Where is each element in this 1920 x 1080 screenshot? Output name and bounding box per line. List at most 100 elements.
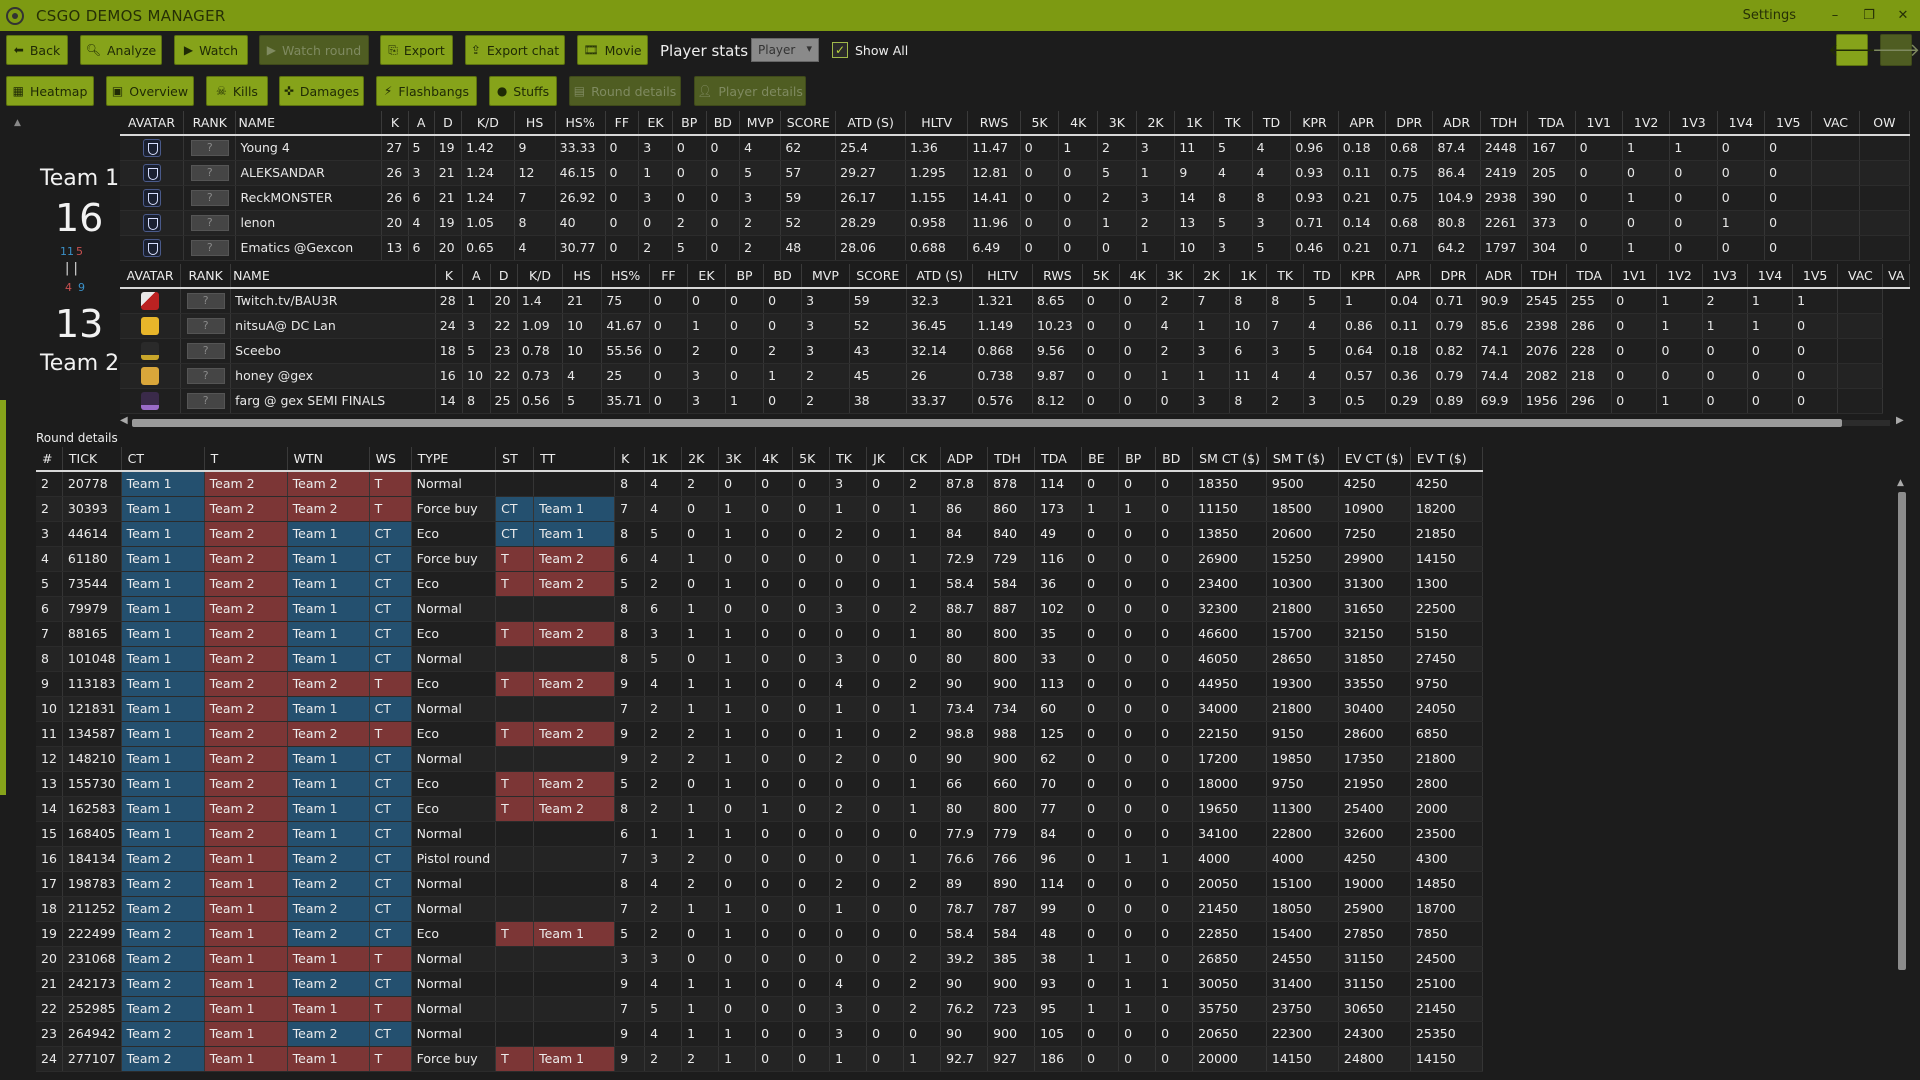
column-header[interactable]: 1V3 [1669,111,1718,135]
column-header[interactable]: 1V5 [1792,264,1839,288]
column-header[interactable]: 1K [1229,264,1268,288]
column-header[interactable]: EV T ($) [1410,447,1483,471]
watch-button[interactable]: ▶ Watch [174,35,248,65]
round-row[interactable]: 24 277107 Team 2 Team 1 Team 1 T Force buy T Tea… [36,1046,1483,1072]
column-header[interactable]: 1V2 [1622,111,1671,135]
player-row[interactable]: ? Young 4 27 5 19 1.42 9 33.33 0 3 0 0 4 62 25.4 1.36 11… [120,135,1911,161]
analyze-button[interactable]: 🔍︎ Analyze [80,35,162,65]
round-row[interactable]: 16 184134 Team 2 Team 1 Team 2 CT Pistol round… [36,846,1483,872]
column-header[interactable]: HS [514,111,556,135]
movie-button[interactable]: 🎞︎ Movie [577,35,648,65]
column-header[interactable]: BD [763,264,803,288]
scroll-thumb[interactable] [132,419,1842,427]
column-header[interactable]: EV CT ($) [1338,447,1411,471]
column-header[interactable]: MVP [801,264,850,288]
settings-link[interactable]: Settings [1743,8,1796,23]
column-header[interactable]: K [381,111,409,135]
column-header[interactable]: SM CT ($) [1192,447,1267,471]
scroll-up-icon[interactable]: ▲ [1897,478,1904,488]
round-row[interactable]: 18 211252 Team 2 Team 1 Team 2 CT Normal 7 2 1 1 0 0… [36,896,1483,922]
column-header[interactable]: NAME [235,111,383,135]
flashbangs-button[interactable]: ⚡ Flashbangs [376,76,477,106]
column-header[interactable]: APR [1338,111,1387,135]
round-details-button[interactable]: ▤ Round details [569,76,681,106]
column-header[interactable]: TT [533,447,616,471]
column-header[interactable]: TYPE [411,447,497,471]
column-header[interactable]: 2K [1193,264,1231,288]
column-header[interactable]: WS [369,447,412,471]
show-all-checkbox[interactable]: ✓ [832,42,848,58]
column-header[interactable]: AVATAR [120,111,185,135]
column-header[interactable]: D [434,111,463,135]
column-header[interactable]: 1V1 [1575,111,1623,135]
round-row[interactable]: 23 264942 Team 2 Team 1 Team 2 CT Normal 9 4 1 1 0 0… [36,1021,1483,1047]
column-header[interactable]: OW [1859,111,1911,135]
column-header[interactable]: 3K [1097,111,1137,135]
column-header[interactable]: TDA [1566,264,1613,288]
round-row[interactable]: 4 61180 Team 1 Team 2 Team 1 CT Force buy T Team… [36,546,1483,572]
round-row[interactable]: 10 121831 Team 1 Team 2 Team 1 CT Normal 7 2 1 1 0 0… [36,696,1483,722]
next-button[interactable]: 🡒 [1872,34,1920,66]
overview-button[interactable]: ▣ Overview [106,76,194,106]
column-header[interactable]: ATD (S) [906,264,974,288]
round-row[interactable]: 21 242173 Team 2 Team 1 Team 2 CT Normal 9 4 1 1 0 0… [36,971,1483,997]
column-header[interactable]: ST [495,447,535,471]
column-header[interactable]: VAC [1811,111,1860,135]
round-row[interactable]: 22 252985 Team 2 Team 1 Team 1 T Normal 7 5 1 0 0 0 3… [36,996,1483,1022]
heatmap-button[interactable]: ▦ Heatmap [6,76,94,106]
column-header[interactable]: DPR [1385,111,1434,135]
column-header[interactable]: TDH [1521,264,1568,288]
player-row[interactable]: ? Twitch.tv/BAU3R 28 1 20 1.4 21 75 0 0 0 0 3 59 32.3 1… [120,288,1910,314]
column-header[interactable]: A [462,264,491,288]
column-header[interactable]: D [490,264,518,288]
column-header[interactable]: 1K [1174,111,1214,135]
column-header[interactable]: SCORE [780,111,837,135]
round-row[interactable]: 9 113183 Team 1 Team 2 Team 2 T Eco T Team 29411… [36,671,1483,697]
column-header[interactable]: HLTV [905,111,969,135]
column-header[interactable]: MVP [739,111,782,135]
column-header[interactable]: BP [725,264,765,288]
back-button[interactable]: ⬅ Back [6,35,68,65]
column-header[interactable]: 1V2 [1656,264,1703,288]
column-header[interactable]: TK [829,447,868,471]
stuffs-button[interactable]: ● Stuffs [489,76,557,106]
column-header[interactable]: EK [687,264,727,288]
player-row[interactable]: ? farg @ gex SEMI FINALS 14 8 25 0.56 5 35.71 0 3… [120,388,1910,414]
round-row[interactable]: 14 162583 Team 1 Team 2 Team 1 CT Eco T Team 282… [36,796,1483,822]
column-header[interactable]: K [435,264,464,288]
column-header[interactable]: HS [562,264,603,288]
column-header[interactable]: HS% [601,264,650,288]
round-row[interactable]: 15 168405 Team 1 Team 2 Team 1 CT Normal 6 1 1 1 0 0… [36,821,1483,847]
column-header[interactable]: SCORE [849,264,907,288]
column-header[interactable]: 4K [755,447,794,471]
column-header[interactable]: FF [649,264,688,288]
column-header[interactable]: TDH [987,447,1036,471]
column-header[interactable]: BP [1118,447,1157,471]
column-header[interactable]: 1V3 [1702,264,1748,288]
column-header[interactable]: A [408,111,435,135]
column-header[interactable]: HLTV [972,264,1033,288]
column-header[interactable]: TK [1266,264,1305,288]
export-chat-button[interactable]: ⇪ Export chat [465,35,565,65]
column-header[interactable]: K [614,447,646,471]
round-row[interactable]: 7 88165 Team 1 Team 2 Team 1 CT Eco T Team 28311… [36,621,1483,647]
close-icon[interactable]: ✕ [1886,0,1920,31]
player-row[interactable]: ? Sceebo 18 5 23 0.78 10 55.56 0 2 0 2 3 43 32.14 0.868… [120,338,1910,364]
column-header[interactable]: T [204,447,288,471]
column-header[interactable]: ATD (S) [835,111,906,135]
round-row[interactable]: 20 231068 Team 2 Team 1 Team 1 T Normal 3 3 0 0 0 0 0… [36,946,1483,972]
column-header[interactable]: ADR [1432,111,1481,135]
column-header[interactable]: 5K [1020,111,1060,135]
column-header[interactable]: CK [903,447,942,471]
round-row[interactable]: 6 79979 Team 1 Team 2 Team 1 CT Normal 8 6 1 0 0 0 3 0… [36,596,1483,622]
column-header[interactable]: TDH [1480,111,1529,135]
column-header[interactable]: 1K [644,447,683,471]
column-header[interactable]: 2K [681,447,720,471]
previous-button[interactable]: 🡐 [1828,34,1876,66]
column-header[interactable]: 5K [1082,264,1120,288]
round-row[interactable]: 2 30393 Team 1 Team 2 Team 2 T Force buy CT Team… [36,496,1483,522]
player-row[interactable]: ? nitsuA@ DC Lan 24 3 22 1.09 10 41.67 0 1 0 0 3 52 36… [120,313,1910,339]
column-header[interactable]: VA [1882,264,1910,288]
column-header[interactable]: 3K [718,447,757,471]
column-header[interactable]: SM T ($) [1266,447,1339,471]
